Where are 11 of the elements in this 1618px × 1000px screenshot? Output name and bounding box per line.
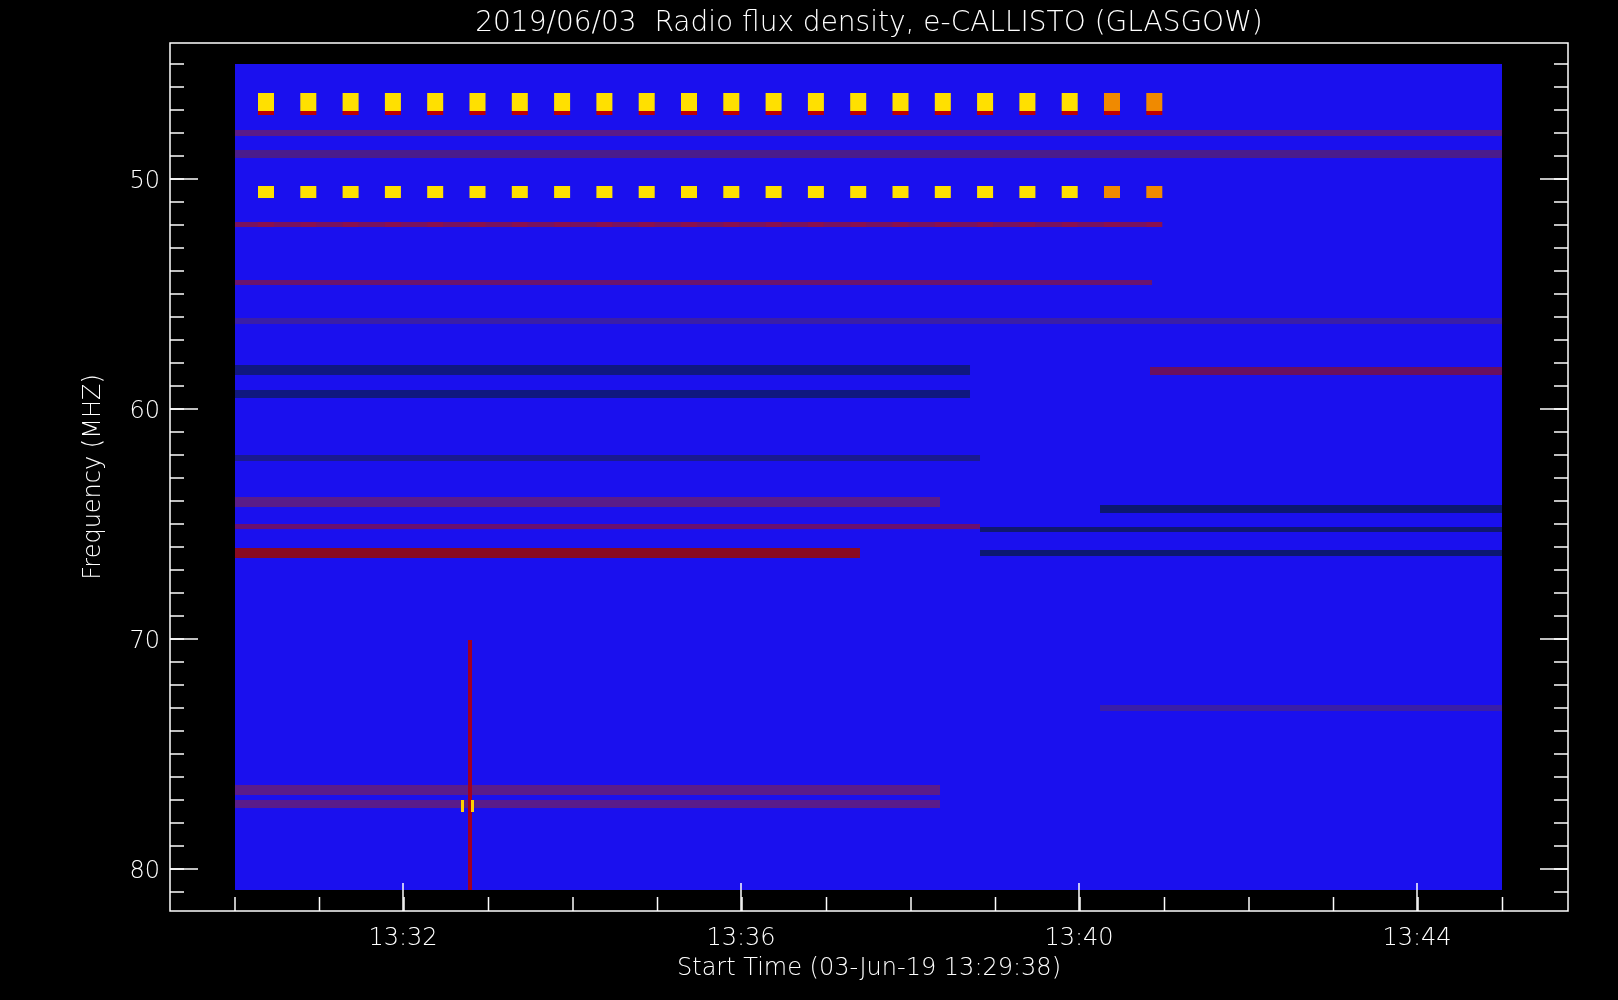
y-tick-label: 80 [129, 856, 160, 884]
y-tick-label: 70 [129, 626, 160, 654]
x-axis-label: Start Time (03-Jun-19 13:29:38) [677, 953, 1061, 981]
y-tick-label: 50 [129, 166, 160, 194]
y-axis-label: Frequency (MHZ) [78, 374, 106, 580]
x-tick-label: 13:44 [1382, 923, 1452, 951]
x-tick-label: 13:36 [706, 923, 776, 951]
chart-title: 2019/06/03 Radio flux density, e-CALLISTO (GLASGOW) [475, 5, 1263, 38]
x-tick-label: 13:32 [368, 923, 438, 951]
x-tick-label: 13:40 [1044, 923, 1114, 951]
y-tick-label: 60 [129, 396, 160, 424]
